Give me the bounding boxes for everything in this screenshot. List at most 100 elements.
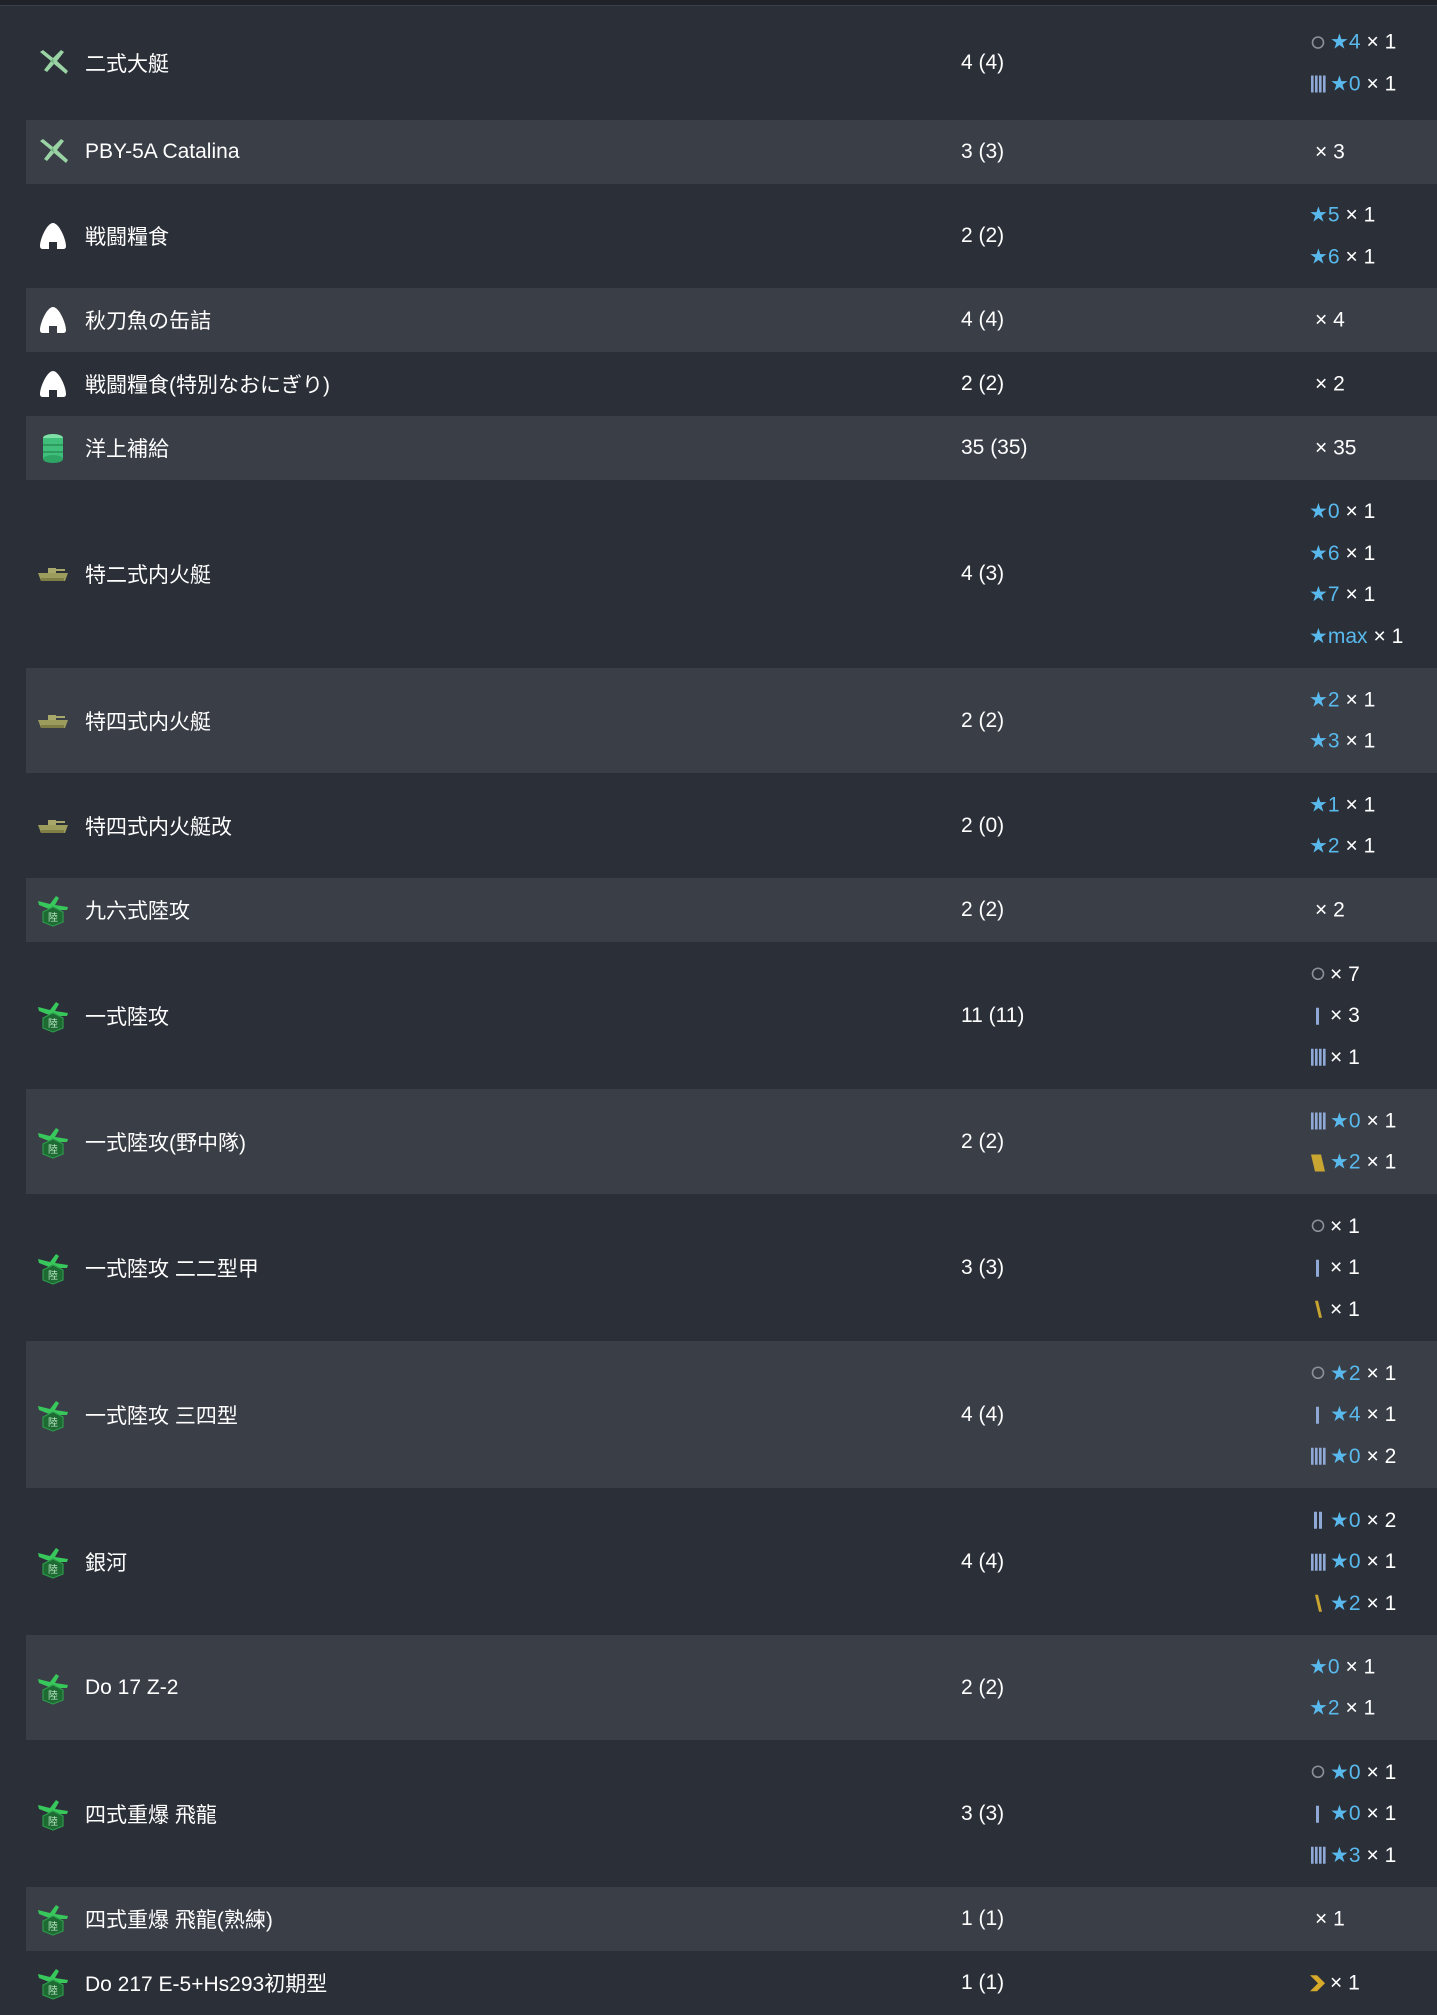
table-row: 陸 一式陸攻 二二型甲 3 (3) × 1 × 1 × 1 — [26, 1194, 1437, 1341]
proficiency-circle-icon — [1309, 963, 1327, 985]
equipment-name: 秋刀魚の缶詰 — [85, 310, 211, 333]
improvement-star-level: ★6 — [1309, 245, 1340, 268]
equipment-name: 二式大艇 — [85, 53, 169, 76]
improvement-entry: ★2 × 1 — [1309, 1352, 1396, 1394]
equipment-count: 11 (11) — [961, 1003, 1025, 1027]
equipment-count: 3 (3) — [961, 1801, 1005, 1825]
svg-text:陸: 陸 — [48, 1563, 58, 1576]
proficiency-gold-slash-icon — [1309, 1298, 1327, 1320]
improvement-entry: ★0 × 1 — [1309, 1541, 1396, 1583]
land-bomber-icon: 陸 — [36, 1671, 70, 1705]
improvement-list: ★0 × 1 ★6 × 1 ★7 × 1 ★max × 1 — [1309, 491, 1403, 657]
improvement-entry: ★max × 1 — [1309, 616, 1403, 658]
improvement-multiplier: × 1 — [1330, 1255, 1360, 1279]
proficiency-bars4-icon — [1309, 1046, 1327, 1068]
improvement-multiplier: × 1 — [1345, 1696, 1376, 1720]
improvement-entry: × 1 — [1309, 1898, 1345, 1940]
improvement-entry: × 2 — [1309, 363, 1345, 405]
improvement-multiplier: × 1 — [1345, 729, 1376, 753]
improvement-multiplier: × 35 — [1315, 436, 1357, 460]
improvement-entry: ★2 × 1 — [1309, 679, 1375, 721]
improvement-entry: ★0 × 2 — [1309, 1435, 1396, 1477]
improvement-star-level: ★0 — [1309, 500, 1340, 523]
equipment-name: 特四式内火艇 — [85, 710, 211, 734]
improvement-star-level: ★0 — [1330, 1508, 1361, 1532]
land-bomber-icon: 陸 — [36, 1125, 70, 1159]
proficiency-bars4-icon — [1309, 1844, 1327, 1866]
equipment-name: 四式重爆 飛龍(熟練) — [85, 1909, 273, 1932]
table-row: 陸 九六式陸攻 2 (2) × 2 — [26, 878, 1437, 942]
improvement-list: × 1 — [1309, 1898, 1345, 1940]
improvement-entry: ★6 × 1 — [1309, 533, 1403, 575]
tank-icon — [36, 809, 70, 843]
land-bomber-icon: 陸 — [36, 1545, 70, 1579]
equipment-count: 2 (2) — [961, 224, 1005, 247]
table-row: 陸 Do 217 E-5+Hs293初期型 1 (1) × 1 — [26, 1951, 1437, 2015]
proficiency-circle-icon — [1309, 1215, 1327, 1237]
svg-text:陸: 陸 — [48, 1984, 58, 1997]
improvement-entry: ★5 × 1 — [1309, 195, 1375, 237]
improvement-star-level: ★6 — [1309, 541, 1340, 565]
improvement-star-level: ★2 — [1330, 1361, 1361, 1385]
table-row: PBY-5A Catalina 3 (3) × 3 — [26, 120, 1437, 184]
improvement-entry: ★1 × 1 — [1309, 784, 1375, 826]
equipment-name: 戦闘糧食(特別なおにぎり) — [85, 374, 330, 397]
improvement-entry: ★0 × 1 — [1309, 1100, 1396, 1142]
svg-text:陸: 陸 — [48, 1689, 58, 1702]
improvement-star-level: ★1 — [1309, 793, 1340, 816]
svg-text:陸: 陸 — [48, 1815, 58, 1828]
improvement-entry: × 1 — [1309, 1247, 1360, 1289]
tank-icon — [36, 704, 70, 738]
improvement-entry: ★0 × 1 — [1309, 491, 1403, 533]
equipment-count: 4 (4) — [961, 308, 1005, 331]
improvement-entry: ★0 × 1 — [1309, 63, 1396, 105]
proficiency-bar1-icon — [1309, 1005, 1327, 1027]
improvement-star-level: ★max — [1309, 624, 1368, 648]
improvement-star-level: ★4 — [1330, 30, 1361, 54]
equipment-count: 1 (1) — [961, 1907, 1005, 1930]
improvement-multiplier: × 1 — [1366, 1760, 1397, 1784]
improvement-multiplier: × 1 — [1366, 1591, 1397, 1615]
improvement-star-level: ★2 — [1330, 1591, 1361, 1615]
land-bomber-icon: 陸 — [36, 1398, 70, 1432]
equipment-count: 3 (3) — [961, 1255, 1005, 1279]
table-row: 戦闘糧食 2 (2) ★5 × 1 ★6 × 1 — [26, 184, 1437, 288]
improvement-entry: ★3 × 1 — [1309, 1834, 1396, 1876]
land-bomber-icon: 陸 — [36, 1797, 70, 1831]
improvement-star-level: ★0 — [1330, 1109, 1361, 1132]
equipment-name: 九六式陸攻 — [85, 900, 190, 923]
improvement-entry: ★4 × 1 — [1309, 22, 1396, 64]
improvement-multiplier: × 2 — [1315, 898, 1345, 922]
improvement-list: ★0 × 1 ★2 × 1 — [1309, 1646, 1375, 1729]
equipment-count: 4 (4) — [961, 1402, 1005, 1426]
table-row: 洋上補給 35 (35) × 35 — [26, 416, 1437, 480]
improvement-entry: × 7 — [1309, 953, 1360, 995]
improvement-multiplier: × 1 — [1366, 1843, 1397, 1867]
improvement-list: ★0 × 1 ★0 × 1 ★3 × 1 — [1309, 1751, 1396, 1876]
improvement-multiplier: × 2 — [1366, 1444, 1397, 1468]
improvement-multiplier: × 1 — [1345, 245, 1376, 268]
improvement-multiplier: × 1 — [1330, 1971, 1360, 1995]
proficiency-bar1-icon — [1309, 1404, 1327, 1426]
table-row: 二式大艇 4 (4) ★4 × 1 ★0 × 1 — [26, 6, 1437, 120]
improvement-list: × 3 — [1309, 131, 1345, 173]
equipment-count: 2 (2) — [961, 372, 1005, 395]
equipment-count: 2 (2) — [961, 708, 1005, 732]
improvement-entry: × 1 — [1309, 1205, 1360, 1247]
improvement-entry: × 2 — [1309, 889, 1345, 931]
supply-drum-icon — [36, 431, 70, 465]
table-row: 陸 Do 17 Z-2 2 (2) ★0 × 1 ★2 × 1 — [26, 1635, 1437, 1740]
land-bomber-icon: 陸 — [36, 1902, 70, 1936]
equipment-name: 一式陸攻 三四型 — [85, 1404, 238, 1428]
equipment-name: 洋上補給 — [85, 438, 169, 461]
table-row: 特二式内火艇 4 (3) ★0 × 1 ★6 × 1 ★7 × 1 ★max × 1 — [26, 480, 1437, 668]
ration-icon — [36, 219, 70, 253]
improvement-entry: ★0 × 2 — [1309, 1499, 1396, 1541]
improvement-multiplier: × 1 — [1366, 1109, 1397, 1132]
improvement-entry: ★3 × 1 — [1309, 721, 1375, 763]
improvement-entry: ★0 × 1 — [1309, 1646, 1375, 1688]
land-bomber-icon: 陸 — [36, 1966, 70, 2000]
improvement-list: ★2 × 1 ★4 × 1 ★0 × 2 — [1309, 1352, 1396, 1477]
improvement-star-level: ★0 — [1330, 72, 1361, 95]
improvement-star-level: ★0 — [1309, 1655, 1340, 1678]
